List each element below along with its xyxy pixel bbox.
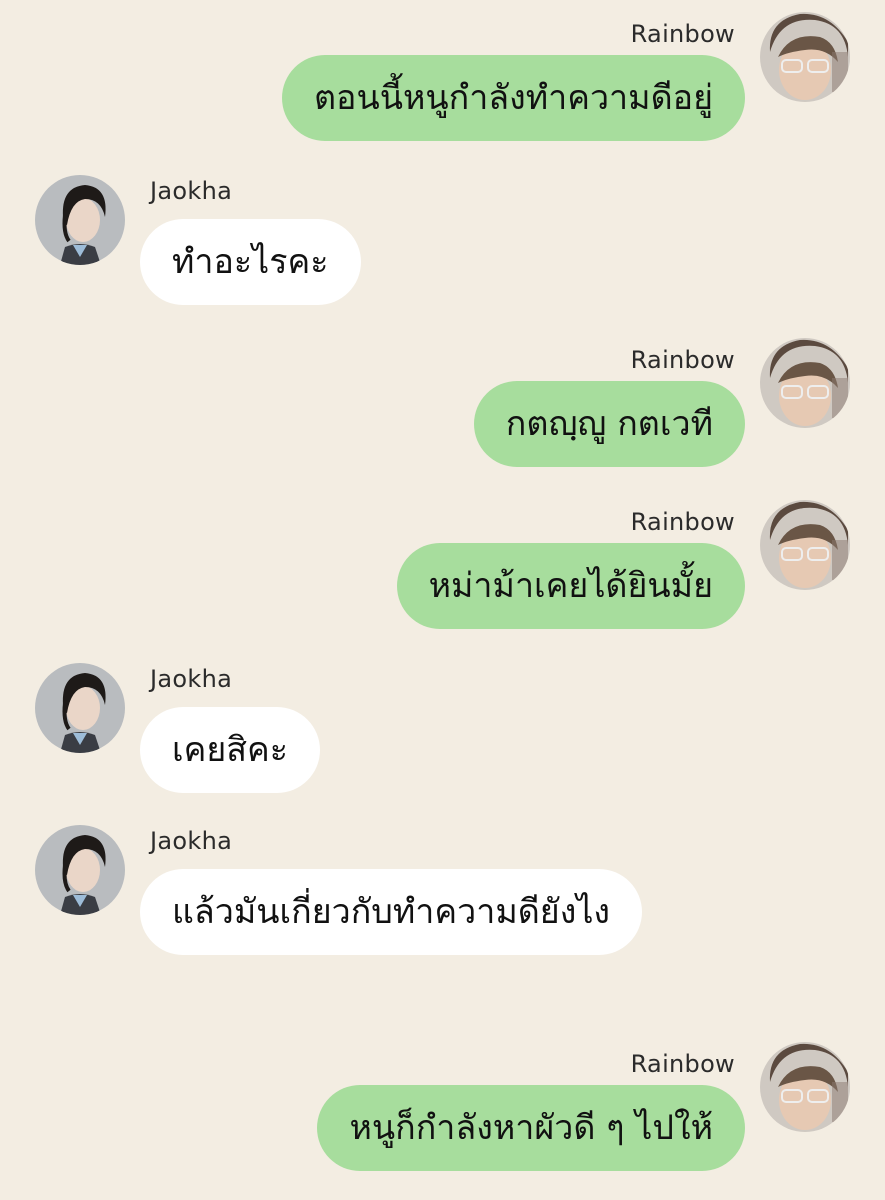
sender-name: Rainbow: [630, 20, 735, 48]
avatar-rainbow[interactable]: [760, 338, 850, 428]
avatar-image: [35, 663, 125, 753]
message-bubble[interactable]: แล้วมันเกี่ยวกับทำความดียังไง: [140, 869, 643, 955]
sender-name: Rainbow: [630, 1050, 735, 1078]
avatar-rainbow[interactable]: [760, 1042, 850, 1132]
avatar-rainbow[interactable]: [760, 500, 850, 590]
avatar-image: [760, 338, 850, 428]
message-bubble[interactable]: เคยสิคะ: [140, 707, 321, 793]
avatar-rainbow[interactable]: [760, 12, 850, 102]
sender-name: Jaokha: [150, 665, 233, 693]
message-bubble[interactable]: ทำอะไรคะ: [140, 219, 361, 305]
sender-name: Rainbow: [630, 508, 735, 536]
avatar-jaokha[interactable]: [35, 663, 125, 753]
avatar-image: [760, 12, 850, 102]
chat-view: Rainbow ตอนนี้หนูกำลังทำความดีอยู่ Jaokh…: [0, 0, 885, 1200]
avatar-image: [760, 1042, 850, 1132]
sender-name: Jaokha: [150, 827, 233, 855]
avatar-image: [35, 825, 125, 915]
avatar-image: [760, 500, 850, 590]
message-bubble[interactable]: หนูก็กำลังหาผัวดี ๆ ไปให้: [317, 1085, 745, 1171]
avatar-jaokha[interactable]: [35, 825, 125, 915]
message-bubble[interactable]: กตญฺญู กตเวที: [473, 381, 745, 467]
avatar-jaokha[interactable]: [35, 175, 125, 265]
sender-name: Rainbow: [630, 346, 735, 374]
avatar-image: [35, 175, 125, 265]
sender-name: Jaokha: [150, 177, 233, 205]
message-bubble[interactable]: ตอนนี้หนูกำลังทำความดีอยู่: [281, 55, 745, 141]
message-bubble[interactable]: หม่าม้าเคยได้ยินมั้ย: [396, 543, 745, 629]
